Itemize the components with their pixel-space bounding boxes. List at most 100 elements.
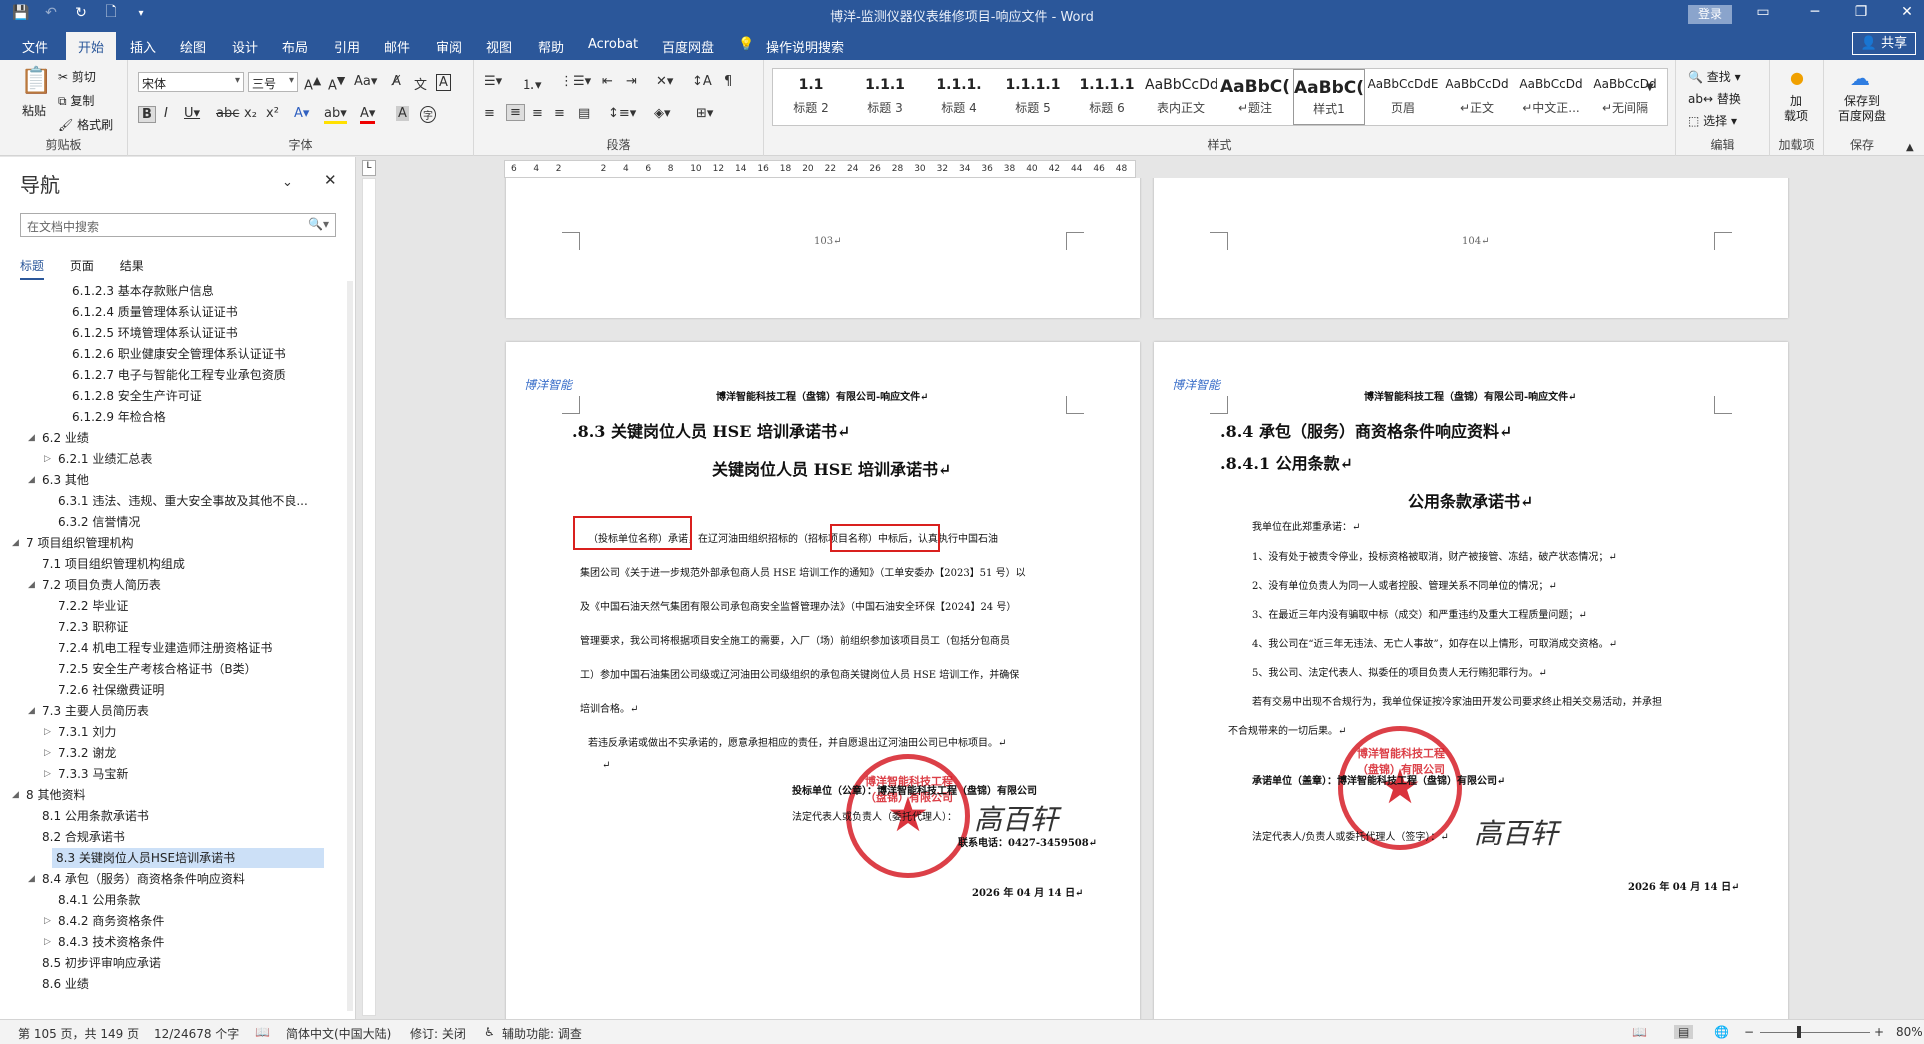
change-case-icon[interactable]: Aa▾ [354,74,377,89]
expand-collapse-icon[interactable]: ▷ [44,932,51,952]
tab-mailings[interactable]: 邮件 [384,37,410,56]
tab-pages[interactable]: 页面 [70,259,94,273]
nav-heading-item[interactable]: 8.6 业绩 [0,974,324,994]
addin-icon[interactable]: ● [1790,68,1804,87]
zoom-out-icon[interactable]: − [1744,1025,1754,1039]
tab-design[interactable]: 设计 [232,37,258,56]
style-item[interactable]: AaBbCcDd ↵中文正... [1515,69,1587,125]
nav-heading-item[interactable]: ◢ 8.4 承包（服务）商资格条件响应资料 [0,869,324,889]
save-to-baidu-button[interactable]: 保存到 百度网盘 [1838,94,1886,124]
nav-heading-item[interactable]: ◢ 7 项目组织管理机构 [0,533,324,553]
word-count[interactable]: 12/24678 个字 [154,1025,239,1042]
expand-collapse-icon[interactable]: ▷ [44,911,51,931]
zoom-in-icon[interactable]: + [1874,1025,1884,1039]
copy-button[interactable]: ⧉ 复制 [58,92,94,109]
nav-heading-item[interactable]: ▷ 7.3.2 谢龙 [0,743,324,763]
nav-heading-item[interactable]: ▷ 7.3.3 马宝新 [0,764,324,784]
nav-heading-item[interactable]: 7.2.5 安全生产考核合格证书（B类） [0,659,324,679]
paste-icon[interactable]: 📋 [20,66,52,96]
tab-draw[interactable]: 绘图 [180,37,206,56]
cut-button[interactable]: ✂ 剪切 [58,68,96,85]
font-size-combo[interactable]: 三号 [248,72,298,92]
replace-button[interactable]: ab↔ 替换 [1688,90,1741,107]
nav-heading-item[interactable]: 6.1.2.8 安全生产许可证 [0,386,324,406]
read-mode-icon[interactable]: 📖 [1632,1025,1647,1039]
nav-heading-item[interactable]: 8.5 初步评审响应承诺 [0,953,324,973]
nav-scrollbar[interactable] [347,281,353,1011]
select-button[interactable]: ⬚ 选择 ▾ [1688,112,1737,129]
track-changes-status[interactable]: 修订: 关闭 [410,1025,466,1042]
subscript-icon[interactable]: x₂ [244,106,257,121]
proofing-icon[interactable]: 📖 [255,1025,270,1039]
nav-heading-item[interactable]: 6.1.2.7 电子与智能化工程专业承包资质 [0,365,324,385]
collapse-ribbon-icon[interactable]: ▲ [1906,142,1914,153]
page-count[interactable]: 第 105 页，共 149 页 [18,1025,139,1042]
nav-heading-item[interactable]: 7.1 项目组织管理机构组成 [0,554,324,574]
tab-help[interactable]: 帮助 [538,37,564,56]
text-effects-icon[interactable]: A▾ [294,106,309,121]
expand-collapse-icon[interactable]: ◢ [12,785,19,805]
minimize-icon[interactable]: ─ [1800,4,1830,20]
nav-heading-item[interactable]: ▷ 8.4.3 技术资格条件 [0,932,324,952]
page-hse-commitment[interactable]: 博洋智能 博洋智能科技工程（盘锦）有限公司-响应文件↵ .8.3 关键岗位人员 … [506,342,1140,1019]
enclose-character-icon[interactable]: 字 [420,106,436,123]
font-name-combo[interactable]: 宋体 [138,72,244,92]
shading-icon[interactable]: ◈▾ [654,106,671,121]
expand-collapse-icon[interactable]: ◢ [12,533,19,553]
nav-heading-item[interactable]: 6.3.2 信誉情况 [0,512,324,532]
align-right-icon[interactable]: ≡ [532,106,543,121]
style-item[interactable]: AaBbC(↵题注 [1219,69,1291,125]
zoom-slider-thumb[interactable] [1797,1026,1801,1038]
cloud-icon[interactable]: ☁ [1850,66,1870,90]
nav-search-input[interactable]: 在文档中搜索 🔍▾ [20,213,336,237]
numbering-icon[interactable]: ⒈▾ [522,74,542,93]
horizontal-ruler[interactable]: 6 4 2 2 4 6 8 10 12 14 16 18 20 22 24 26 28 30 32 34 36 38 40 4… [504,160,1136,178]
borders-icon[interactable]: ⊞▾ [696,106,713,121]
addins-button[interactable]: 加 载项 [1784,94,1808,124]
style-item[interactable]: 1.1.1.1 标题 6 [1071,69,1143,125]
nav-heading-item[interactable]: ▷ 7.3.1 刘力 [0,722,324,742]
language-status[interactable]: 简体中文(中国大陆) [286,1025,391,1042]
nav-heading-item[interactable]: 7.2.3 职称证 [0,617,324,637]
tab-references[interactable]: 引用 [334,37,360,56]
tab-selector[interactable]: L [362,160,376,176]
strikethrough-icon[interactable]: abc [216,106,239,121]
phonetic-guide-icon[interactable]: 文 [414,74,427,93]
expand-collapse-icon[interactable]: ◢ [28,869,35,889]
zoom-level[interactable]: 80% [1896,1025,1923,1039]
align-left-icon[interactable]: ≡ [484,106,495,121]
nav-heading-item[interactable]: 7.2.2 毕业证 [0,596,324,616]
tab-insert[interactable]: 插入 [130,37,156,56]
nav-heading-item[interactable]: 7.2.4 机电工程专业建造师注册资格证书 [0,638,324,658]
show-marks-icon[interactable]: ¶ [724,74,732,89]
page-qualification[interactable]: 博洋智能 博洋智能科技工程（盘锦）有限公司-响应文件↵ .8.4 承包（服务）商… [1154,342,1788,1019]
multilevel-list-icon[interactable]: ⋮☰▾ [560,74,591,89]
nav-heading-item[interactable]: 7.2.6 社保缴费证明 [0,680,324,700]
tab-layout[interactable]: 布局 [282,37,308,56]
underline-icon[interactable]: U▾ [184,106,200,121]
increase-indent-icon[interactable]: ⇥ [626,74,637,89]
superscript-icon[interactable]: x² [266,106,279,121]
character-shading-icon[interactable]: A [396,106,409,121]
close-icon[interactable]: ✕ [1892,4,1922,20]
tab-file[interactable]: 文件 [22,37,48,56]
line-spacing-icon[interactable]: ↕≡▾ [608,106,636,121]
grow-font-icon[interactable]: A▲ [304,74,321,93]
nav-heading-item[interactable]: 8.2 合规承诺书 [0,827,324,847]
expand-collapse-icon[interactable]: ◢ [28,575,35,595]
nav-heading-item[interactable]: ◢ 7.2 项目负责人简历表 [0,575,324,595]
font-color-icon[interactable]: A▾ [360,106,376,124]
style-item[interactable]: AaBbCcDd ↵无间隔 [1589,69,1661,125]
tab-review[interactable]: 审阅 [436,37,462,56]
format-painter-button[interactable]: 🖌 格式刷 [58,116,113,133]
decrease-indent-icon[interactable]: ⇤ [602,74,613,89]
nav-heading-item[interactable]: 8.3 关键岗位人员HSE培训承诺书 [52,848,324,868]
nav-heading-item[interactable]: 6.3.1 违法、违规、重大安全事故及其他不良... [0,491,324,511]
search-icon[interactable]: 🔍▾ [308,217,329,231]
expand-collapse-icon[interactable]: ◢ [28,701,35,721]
style-item[interactable]: AaBbC(样式1 [1293,69,1365,125]
nav-heading-item[interactable]: 6.1.2.4 质量管理体系认证证书 [0,302,324,322]
character-border-icon[interactable]: A [436,74,451,91]
zoom-slider[interactable] [1760,1032,1870,1033]
nav-heading-item[interactable]: 6.1.2.6 职业健康安全管理体系认证证书 [0,344,324,364]
